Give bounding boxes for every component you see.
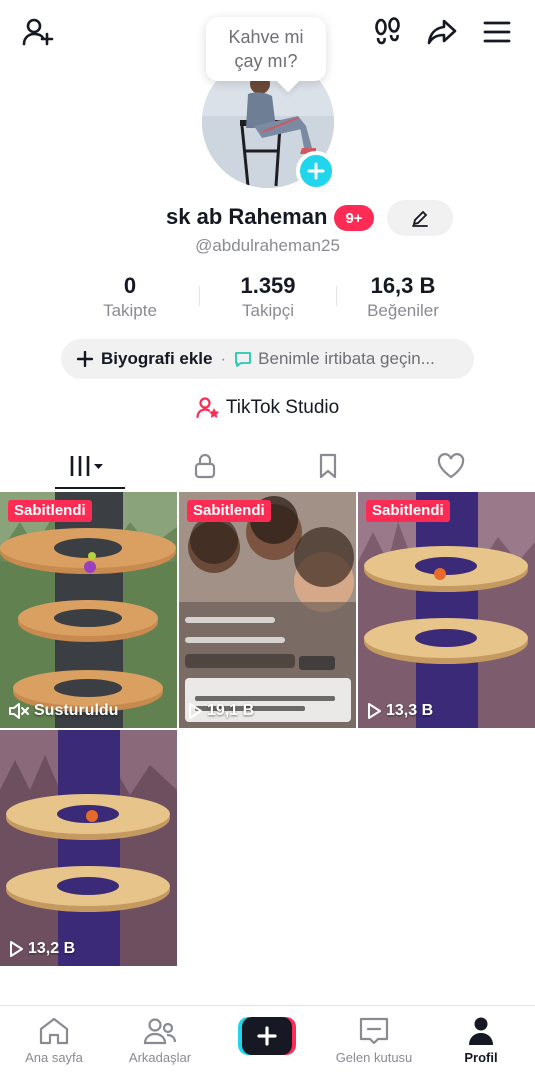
- nav-label: Arkadaşlar: [128, 1050, 192, 1065]
- video-view-count: 13,3 B: [366, 702, 433, 720]
- play-icon: [368, 703, 381, 719]
- profile-handle: @abdulraheman25: [195, 236, 340, 255]
- video-status-text: 13,3 B: [386, 702, 434, 719]
- stat-followers[interactable]: 1.359 Takipçi: [218, 272, 318, 322]
- pencil-icon: [412, 210, 428, 227]
- tab-private[interactable]: [175, 446, 235, 486]
- bio-pill: Biyografi ekle · Benimle irtibata geçin.…: [61, 339, 474, 379]
- nav-home[interactable]: Ana sayfa: [4, 1016, 104, 1065]
- stat-label: Beğeniler: [367, 301, 439, 320]
- bottom-nav: Ana sayfa Arkadaşlar Gelen kutusu Profil: [0, 1005, 535, 1080]
- studio-label: TikTok Studio: [225, 397, 340, 418]
- create-button[interactable]: [238, 1017, 296, 1055]
- video-status-text: Susturuldu: [34, 702, 119, 719]
- video-thumbnail[interactable]: Sabitlendi 19,1 B: [179, 492, 356, 728]
- plus-icon: [307, 162, 325, 180]
- profile-name: sk ab Raheman: [166, 204, 328, 229]
- bubble-line-1: Kahve mi: [228, 27, 304, 47]
- video-view-count: 13,2 B: [8, 940, 75, 958]
- content-tabs: [0, 444, 535, 490]
- share-icon[interactable]: [424, 14, 460, 50]
- play-icon: [189, 703, 202, 719]
- nav-label: Ana sayfa: [25, 1050, 83, 1065]
- edit-profile-button[interactable]: [387, 200, 453, 236]
- stat-label: Takipte: [103, 301, 157, 320]
- lock-icon: [194, 453, 216, 479]
- bio-separator: ·: [220, 349, 227, 368]
- videos-grid-icon: [70, 456, 103, 476]
- footprints-icon[interactable]: [370, 14, 406, 50]
- pinned-badge: Sabitlendi: [366, 500, 450, 522]
- stat-following[interactable]: 0 Takipte: [80, 272, 180, 322]
- add-friend-icon[interactable]: [20, 14, 56, 50]
- video-muted-status: Susturuldu: [8, 702, 118, 720]
- status-bubble[interactable]: Kahve mi çay mı?: [206, 17, 326, 81]
- bubble-line-2: çay mı?: [234, 51, 298, 71]
- pinned-badge: Sabitlendi: [187, 500, 271, 522]
- add-bio-button[interactable]: Biyografi ekle: [101, 349, 213, 369]
- nav-inbox[interactable]: Gelen kutusu: [324, 1016, 424, 1065]
- active-tab-indicator: [55, 487, 125, 489]
- add-avatar-button[interactable]: [296, 151, 336, 191]
- tiktok-studio-link[interactable]: TikTok Studio: [0, 395, 535, 421]
- tab-videos[interactable]: [58, 446, 118, 486]
- friends-icon: [143, 1018, 177, 1045]
- stat-value: 0: [123, 273, 137, 298]
- stat-value: 1.359: [240, 273, 296, 298]
- video-thumbnail[interactable]: Sabitlendi Susturuldu: [0, 492, 177, 728]
- tab-liked[interactable]: [421, 446, 481, 486]
- nav-label: Gelen kutusu: [335, 1050, 413, 1065]
- tab-saved[interactable]: [298, 446, 358, 486]
- stat-label: Takipçi: [242, 301, 294, 320]
- plus-icon: [77, 351, 93, 367]
- notification-badge[interactable]: 9+: [334, 205, 374, 231]
- studio-icon: [196, 397, 220, 419]
- stat-divider: [336, 286, 337, 306]
- video-thumbnail[interactable]: Sabitlendi 13,3 B: [358, 492, 535, 728]
- stat-value: 16,3 B: [370, 273, 436, 298]
- stat-divider: [199, 286, 200, 306]
- video-thumbnail[interactable]: 13,2 B: [0, 730, 177, 966]
- bookmark-icon: [319, 453, 337, 479]
- contact-me-button[interactable]: Benimle irtibata geçin...: [258, 349, 435, 369]
- nav-friends[interactable]: Arkadaşlar: [110, 1016, 210, 1065]
- pinned-badge: Sabitlendi: [8, 500, 92, 522]
- stat-likes[interactable]: 16,3 B Beğeniler: [353, 272, 453, 322]
- inbox-icon: [359, 1017, 389, 1045]
- profile-name-row: sk ab Raheman 9+: [0, 200, 535, 236]
- message-icon: [235, 352, 252, 367]
- video-view-count: 19,1 B: [187, 702, 254, 720]
- home-icon: [39, 1017, 69, 1045]
- heart-icon: [437, 453, 465, 479]
- profile-stats: 0 Takipte 1.359 Takipçi 16,3 B Beğeniler: [0, 272, 535, 324]
- muted-speaker-icon: [9, 703, 29, 719]
- create-icon: [238, 1017, 296, 1055]
- profile-icon: [469, 1017, 493, 1045]
- video-status-text: 19,1 B: [207, 702, 255, 719]
- nav-profile[interactable]: Profil: [431, 1016, 531, 1065]
- video-status-text: 13,2 B: [28, 940, 76, 957]
- nav-label: Profil: [464, 1050, 498, 1065]
- menu-icon[interactable]: [479, 14, 515, 50]
- play-icon: [10, 941, 23, 957]
